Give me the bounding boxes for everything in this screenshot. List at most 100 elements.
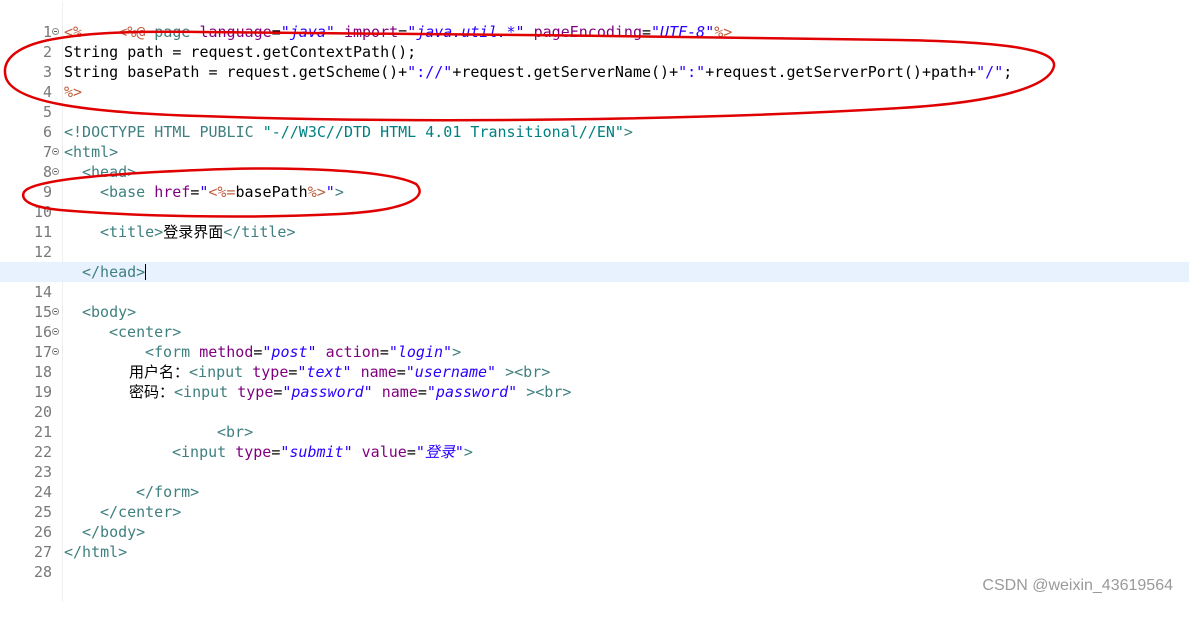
code-line[interactable]: 9 <head>	[0, 162, 1189, 201]
code-token: </title>	[223, 223, 296, 241]
code-token: </head>	[82, 263, 146, 281]
code-token: <center>	[109, 323, 182, 341]
code-line[interactable]: 17 <center>	[0, 322, 1189, 361]
code-token: </body>	[82, 523, 146, 541]
code-token: action	[316, 343, 380, 361]
code-token: ;	[1003, 63, 1013, 81]
fold-toggle-icon[interactable]	[52, 348, 59, 355]
code-token: <br>	[217, 423, 254, 441]
code-line[interactable]: 2 <%	[0, 22, 1189, 61]
fold-toggle-icon[interactable]	[52, 328, 59, 335]
code-token: String basePath = request.getScheme()+	[64, 63, 408, 81]
code-token: "submit"	[280, 443, 353, 461]
code-token: "-//W3C//DTD HTML 4.01 Transitional//EN"	[262, 123, 624, 141]
watermark: CSDN @weixin_43619564	[982, 577, 1173, 594]
code-line[interactable]: 18 <form method="post" action="login">	[0, 342, 1189, 381]
code-line[interactable]: 25 </form>	[0, 482, 1189, 521]
code-token: <%=	[208, 183, 236, 201]
code-line[interactable]: 27 </body>	[0, 522, 1189, 561]
code-line-current[interactable]: 14 </head>	[0, 262, 1189, 301]
code-token: <head>	[82, 163, 137, 181]
code-token: basePath	[235, 183, 308, 201]
code-token: name	[372, 383, 418, 401]
line-number: 28	[33, 563, 52, 581]
code-token: </form>	[136, 483, 200, 501]
code-token: >	[334, 183, 344, 201]
code-token: <input	[174, 383, 238, 401]
code-token: "登录"	[415, 443, 464, 461]
code-token: +request.getServerName()+	[452, 63, 679, 81]
code-token: <title>	[100, 223, 164, 241]
code-token: =	[406, 443, 416, 461]
code-token: >	[623, 123, 633, 141]
code-line[interactable]: 16 <body>	[0, 302, 1189, 341]
code-line[interactable]: 3 String path = request.getContextPath()…	[0, 42, 1189, 81]
code-token: %>	[307, 183, 326, 201]
code-token: 登录界面	[163, 223, 224, 241]
code-token: "username"	[405, 363, 497, 381]
code-token: <!DOCTYPE HTML PUBLIC	[64, 123, 263, 141]
code-token: <html>	[64, 143, 119, 161]
code-line[interactable]: 23 <input type="submit" value="登录">	[0, 442, 1189, 481]
code-token: <%	[64, 23, 83, 41]
code-editor[interactable]: 1 <%@ page language="java" import="java.…	[0, 2, 1189, 602]
fold-toggle-icon[interactable]	[52, 168, 59, 175]
code-token: type	[252, 363, 289, 381]
code-token: >	[452, 343, 462, 361]
fold-toggle-icon[interactable]	[52, 28, 59, 35]
code-line[interactable]: 4 String basePath = request.getScheme()+…	[0, 62, 1189, 101]
fold-toggle-icon[interactable]	[52, 148, 59, 155]
code-token: method	[199, 343, 254, 361]
code-token: </html>	[64, 543, 128, 561]
code-token: "/"	[976, 63, 1004, 81]
code-token: <base	[100, 183, 155, 201]
code-line[interactable]: 15	[0, 282, 1189, 321]
code-line[interactable]: 1 <%@ page language="java" import="java.…	[0, 2, 1189, 41]
code-line[interactable]: 19 用户名：<input type="text" name="username…	[0, 362, 1189, 401]
code-line[interactable]: 10 <base href="<%=basePath%>">	[0, 182, 1189, 221]
code-token: <body>	[82, 303, 137, 321]
code-token: %>	[64, 83, 83, 101]
code-token: </center>	[100, 503, 182, 521]
code-token: 密码：	[129, 383, 175, 401]
code-line[interactable]: 24	[0, 462, 1189, 501]
code-line[interactable]: 7 <!DOCTYPE HTML PUBLIC "-//W3C//DTD HTM…	[0, 122, 1189, 161]
code-token: +request.getServerPort()+path+	[705, 63, 977, 81]
code-line[interactable]: 28 </html>	[0, 542, 1189, 581]
code-token: "	[325, 183, 335, 201]
code-line[interactable]: 11	[0, 202, 1189, 241]
code-line[interactable]: 6	[0, 102, 1189, 141]
code-token: <input	[172, 443, 236, 461]
code-token: "password"	[426, 383, 518, 401]
code-token: "password"	[282, 383, 373, 401]
code-token: ><br>	[496, 363, 551, 381]
code-line[interactable]: 21	[0, 402, 1189, 441]
code-token: <form	[145, 343, 200, 361]
code-token: "text"	[297, 363, 352, 381]
code-token: "://"	[407, 63, 453, 81]
text-cursor	[145, 264, 147, 280]
code-token: 用户名：	[129, 363, 190, 381]
code-token: =	[190, 183, 200, 201]
code-line[interactable]: 20 密码：<input type="password" name="passw…	[0, 382, 1189, 421]
fold-toggle-icon[interactable]	[52, 308, 59, 315]
code-token: String path = request.getContextPath();	[64, 43, 417, 61]
code-line[interactable]: 8 <html>	[0, 142, 1189, 181]
code-token: ":"	[678, 63, 706, 81]
code-token: <input	[189, 363, 253, 381]
code-line[interactable]: 26 </center>	[0, 502, 1189, 541]
code-line[interactable]: 22 <br>	[0, 422, 1189, 461]
code-token: =	[417, 383, 427, 401]
code-line[interactable]: 12 <title>登录界面</title>	[0, 222, 1189, 261]
code-token: "login"	[388, 343, 453, 361]
code-token: name	[351, 363, 397, 381]
code-token: >	[463, 443, 473, 461]
code-token: "post"	[262, 343, 317, 361]
code-token: href	[154, 183, 191, 201]
code-line[interactable]: 13	[0, 242, 1189, 281]
code-token: =	[396, 363, 406, 381]
code-token: type	[237, 383, 274, 401]
code-token: =	[379, 343, 389, 361]
code-line[interactable]: 5 %>	[0, 82, 1189, 121]
code-token: value	[352, 443, 407, 461]
